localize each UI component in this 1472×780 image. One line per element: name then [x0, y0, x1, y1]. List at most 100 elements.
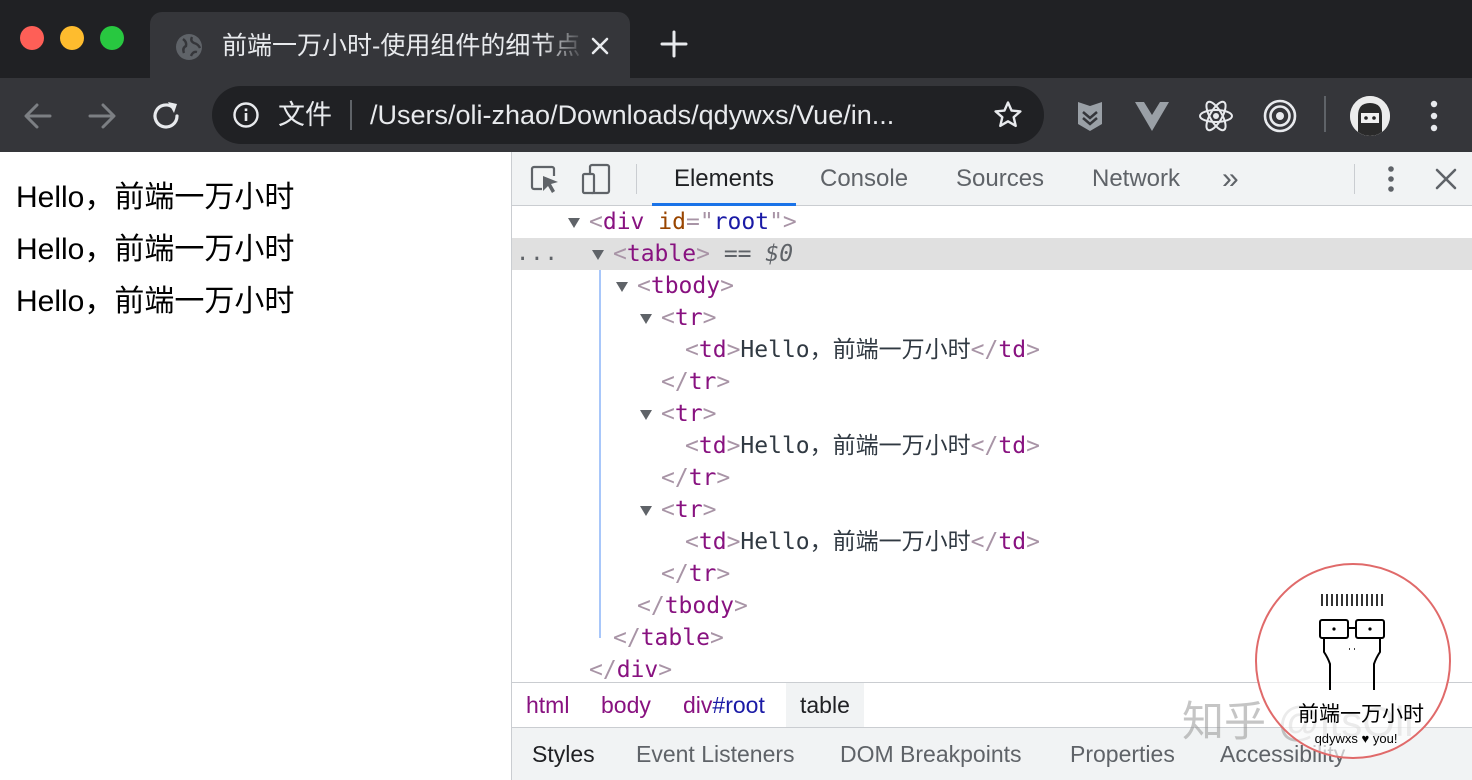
selected-var: $0: [765, 241, 794, 267]
info-icon[interactable]: [232, 101, 260, 129]
tag-name: tbody: [650, 273, 721, 299]
page-text-line: Hello，前端一万小时: [16, 285, 295, 318]
tag-name: table: [640, 625, 710, 651]
react-devtools-icon[interactable]: [1196, 96, 1236, 136]
page-text-line: Hello，前端一万小时: [16, 181, 295, 214]
expand-triangle-icon[interactable]: [568, 218, 580, 228]
more-tabs-button[interactable]: »: [1222, 152, 1239, 206]
devtools-divider: [636, 164, 637, 194]
tag-name: tr: [674, 497, 703, 523]
tab-properties[interactable]: Properties: [1070, 728, 1175, 780]
kebab-menu-icon[interactable]: [1420, 96, 1448, 136]
selected-marker: ==: [723, 241, 752, 267]
globe-icon: [176, 34, 202, 60]
breadcrumb-div-root[interactable]: div#root: [683, 683, 765, 727]
tab-console[interactable]: Console: [820, 152, 908, 206]
reload-icon[interactable]: [146, 96, 186, 136]
browser-tab[interactable]: 前端一万小时-使用组件的细节点: [150, 12, 630, 78]
url-text[interactable]: /Users/oli-zhao/Downloads/qdywxs/Vue/in.…: [370, 98, 970, 132]
tab-sources[interactable]: Sources: [956, 152, 1044, 206]
dom-node-tr[interactable]: <tr>: [512, 398, 1472, 430]
dom-node-tr-close[interactable]: </tr>: [512, 462, 1472, 494]
avatar[interactable]: [1350, 96, 1390, 136]
devtools-toolbar: Elements Console Sources Network »: [512, 152, 1472, 206]
close-icon[interactable]: [586, 32, 614, 60]
tag-name: tbody: [664, 593, 734, 619]
inspect-element-icon[interactable]: [528, 162, 562, 196]
tag-name: td: [998, 529, 1027, 555]
tag-name: div: [616, 657, 659, 682]
close-icon[interactable]: [1429, 162, 1463, 196]
tag-name: td: [698, 433, 727, 459]
tag-name: table: [626, 241, 697, 267]
tag-name: td: [698, 529, 727, 555]
address-bar[interactable]: 文件 /Users/oli-zhao/Downloads/qdywxs/Vue/…: [212, 86, 1044, 144]
tag-name: tr: [674, 401, 703, 427]
page-viewport: Hello，前端一万小时 Hello，前端一万小时 Hello，前端一万小时: [0, 152, 511, 780]
dom-node-tr-close[interactable]: </tr>: [512, 366, 1472, 398]
kebab-menu-icon[interactable]: [1374, 162, 1408, 196]
dom-node-tr[interactable]: <tr>: [512, 494, 1472, 526]
expand-triangle-icon[interactable]: [592, 250, 604, 260]
tag-name: td: [998, 337, 1027, 363]
toolbar-divider: [1324, 96, 1326, 132]
plus-icon[interactable]: [656, 26, 692, 62]
tag-name: tr: [688, 561, 717, 587]
dom-node-table-selected[interactable]: ... <table> == $0: [512, 238, 1472, 270]
breadcrumb-body[interactable]: body: [601, 683, 651, 727]
profile-avatar-icon: [1350, 96, 1390, 136]
watermark-brand: 前端一万小时: [1298, 703, 1424, 726]
arrow-right-icon[interactable]: [82, 96, 122, 136]
window-close-button[interactable]: [20, 26, 44, 50]
tag-name: td: [698, 337, 727, 363]
tag-name: td: [998, 433, 1027, 459]
tab-network[interactable]: Network: [1092, 152, 1180, 206]
window-minimize-button[interactable]: [60, 26, 84, 50]
dom-node-tbody[interactable]: <tbody>: [512, 270, 1472, 302]
expand-triangle-icon[interactable]: [640, 506, 652, 516]
avatar-face-icon: [1319, 594, 1385, 690]
breadcrumb-html[interactable]: html: [526, 683, 569, 727]
vue-devtools-icon[interactable]: [1132, 96, 1172, 136]
title-bar: 前端一万小时-使用组件的细节点: [0, 0, 1472, 78]
tab-event-listeners[interactable]: Event Listeners: [636, 728, 795, 780]
breadcrumb-tag: div: [683, 692, 713, 718]
tab-styles[interactable]: Styles: [532, 728, 595, 780]
tag-name: tr: [674, 305, 703, 331]
node-text: Hello，前端一万小时: [740, 529, 971, 555]
star-icon[interactable]: [992, 99, 1024, 131]
tab-title-fade: [542, 28, 586, 64]
node-text: Hello，前端一万小时: [740, 433, 971, 459]
address-divider: [350, 100, 352, 130]
dom-node-tr[interactable]: <tr>: [512, 302, 1472, 334]
target-extension-icon[interactable]: [1260, 96, 1300, 136]
watermark-tagline: qdywxs ♥ you!: [1314, 731, 1398, 746]
browser-toolbar: 文件 /Users/oli-zhao/Downloads/qdywxs/Vue/…: [0, 78, 1472, 152]
tab-dom-breakpoints[interactable]: DOM Breakpoints: [840, 728, 1022, 780]
url-scheme-label: 文件: [278, 100, 332, 130]
node-text: Hello，前端一万小时: [740, 337, 971, 363]
tag-name: div: [602, 209, 645, 235]
tag-name: tr: [688, 369, 717, 395]
dom-node-td[interactable]: <td>Hello，前端一万小时</td>: [512, 334, 1472, 366]
expand-triangle-icon[interactable]: [640, 410, 652, 420]
tab-title: 前端一万小时-使用组件的细节点: [222, 32, 581, 60]
devtools-divider: [1354, 164, 1355, 194]
breadcrumb-table[interactable]: table: [786, 683, 864, 727]
dom-node-td[interactable]: <td>Hello，前端一万小时</td>: [512, 430, 1472, 462]
arrow-left-icon[interactable]: [18, 96, 58, 136]
shield-extension-icon[interactable]: [1070, 96, 1110, 136]
dom-node-td[interactable]: <td>Hello，前端一万小时</td>: [512, 526, 1472, 558]
attr-name: id: [658, 209, 686, 235]
page-text-line: Hello，前端一万小时: [16, 233, 295, 266]
device-toolbar-icon[interactable]: [580, 162, 614, 196]
tab-elements[interactable]: Elements: [652, 152, 796, 206]
tag-name: tr: [688, 465, 717, 491]
attr-value: root: [713, 209, 770, 235]
window-maximize-button[interactable]: [100, 26, 124, 50]
expand-triangle-icon[interactable]: [616, 282, 628, 292]
expand-triangle-icon[interactable]: [640, 314, 652, 324]
breadcrumb-id: #root: [712, 692, 765, 718]
node-actions-ellipsis[interactable]: ...: [516, 238, 559, 270]
dom-node-div-root[interactable]: <div id="root">: [512, 206, 1472, 238]
